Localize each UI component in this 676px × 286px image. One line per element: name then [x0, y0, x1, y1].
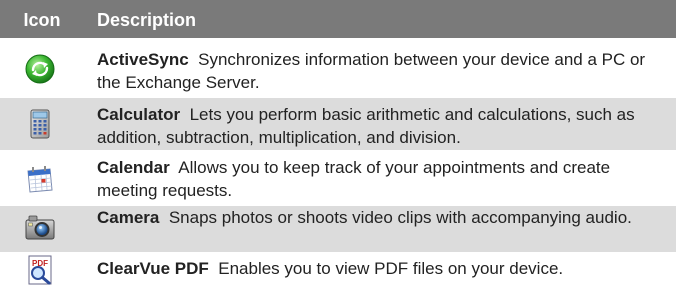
program-text: Allows you to keep track of your appoint…: [97, 158, 611, 200]
clearvue-pdf-icon: PDF: [24, 254, 56, 286]
row-description: Calculator Lets you perform basic arithm…: [97, 103, 660, 149]
icon-column-header: Icon: [23, 10, 61, 30]
table-row-clearvue-pdf: PDF ClearVue PDF Enables you to view PDF…: [0, 254, 676, 286]
row-description: Camera Snaps photos or shoots video clip…: [97, 206, 660, 229]
program-table: Icon Description ActiveSync Synchronizes…: [0, 0, 676, 286]
program-name: ActiveSync: [97, 50, 189, 69]
program-name: Calendar: [97, 158, 170, 177]
row-description: ActiveSync Synchronizes information betw…: [97, 48, 660, 94]
program-text: Enables you to view PDF files on your de…: [218, 259, 564, 278]
program-name: ClearVue PDF: [97, 259, 209, 278]
camera-icon: [24, 211, 56, 243]
program-text: Snaps photos or shoots video clips with …: [168, 208, 632, 227]
row-description: ClearVue PDF Enables you to view PDF fil…: [97, 257, 660, 280]
row-description: Calendar Allows you to keep track of you…: [97, 156, 660, 202]
table-row-camera: Camera Snaps photos or shoots video clip…: [0, 206, 676, 252]
activesync-icon: [24, 53, 56, 85]
calendar-icon: [24, 163, 56, 195]
table-row-calculator: Calculator Lets you perform basic arithm…: [0, 98, 676, 150]
program-name: Calculator: [97, 105, 181, 124]
program-name: Camera: [97, 208, 160, 227]
calculator-icon: [24, 108, 56, 140]
table-row-activesync: ActiveSync Synchronizes information betw…: [0, 44, 676, 94]
table-row-calendar: Calendar Allows you to keep track of you…: [0, 152, 676, 204]
description-column-header: Description: [97, 10, 197, 30]
table-header: Icon Description: [0, 0, 676, 38]
